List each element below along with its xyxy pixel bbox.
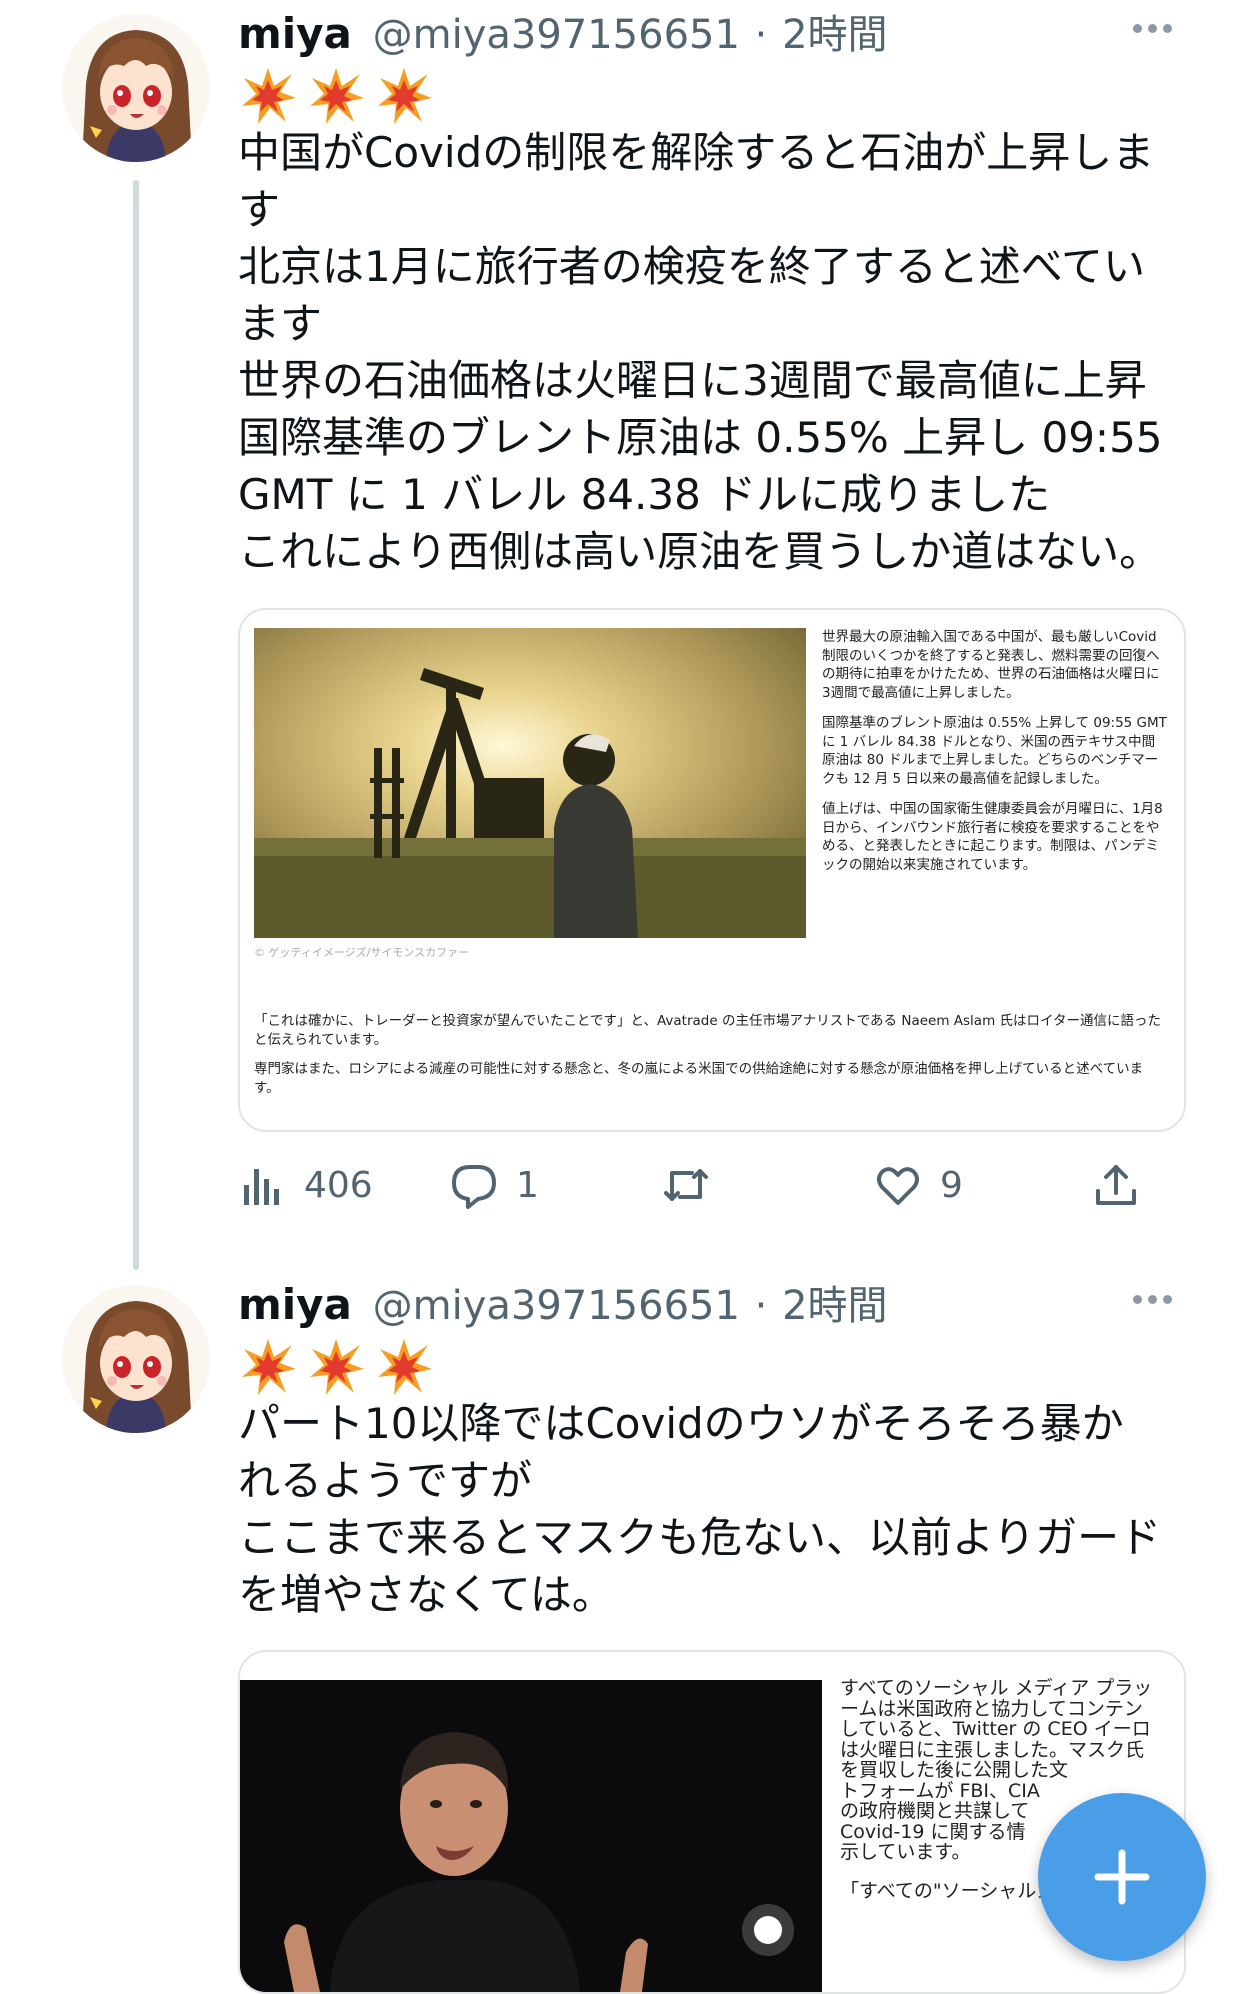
article-image-card[interactable]: すべてのソーシャル メディア プラッ ームは米国政府と協力してコンテン している… [238,1650,1186,1994]
photo-credit: © ゲッティイメージズ/サイモンスカファー [254,946,470,959]
like-button[interactable]: 9 [874,1150,963,1220]
article-line: を買収した後に公開した文 [840,1759,1069,1781]
tweet-actions: 406 1 9 [238,1150,1178,1220]
avatar-anime-girl-icon [62,1285,210,1433]
tweet-text-line: ます [238,299,323,348]
share-button[interactable] [1092,1150,1140,1220]
tweet-text: 中国がCovidの制限を解除すると石油が上昇しま す 北京は1月に旅行者の検疫を… [238,124,1188,580]
views-count: 406 [304,1164,373,1206]
article-footer: 「これは確かに、トレーダーと投資家が望んでいたことです」と、Avatrade の… [254,1012,1164,1098]
collision-emoji [378,68,432,124]
article-line: は火曜日に主張しました。マスク氏 [840,1738,1145,1761]
article-line: ームは米国政府と協力してコンテン [840,1697,1143,1720]
tweet-text-line: GMT に 1 バレル 84.38 ドルに成りました [238,470,1051,519]
tweet-text-line: パート10以降ではCovidのウソがそろそろ暴か [238,1399,1124,1448]
heart-icon [877,1167,919,1205]
tweet-text-line: ここまで来るとマスクも危ない、以前よりガード [238,1513,1162,1562]
tweet-text-line: れるようですが [238,1456,533,1505]
share-upload-icon [1096,1165,1136,1205]
views-button[interactable]: 406 [238,1150,373,1220]
separator-dot: · [754,1283,768,1329]
tweet-text-line: す [238,185,281,234]
retweet-button[interactable] [662,1150,728,1220]
display-name[interactable]: miya [238,9,352,58]
avatar[interactable] [62,14,210,162]
tweet-text-line: これにより西側は高い原油を買うしか道はない。 [238,527,1162,576]
tweet-text-line: を増やさなくては。 [238,1570,614,1619]
article-paragraph: 世界最大の原油輸入国である中国が、最も厳しいCovid制限のいくつかを終了すると… [822,629,1160,701]
tweet-text-line: 中国がCovidの制限を解除すると石油が上昇しま [238,128,1155,177]
timestamp[interactable]: 2時間 [782,12,887,58]
tweet-text: パート10以降ではCovidのウソがそろそろ暴か れるようですが ここまで来ると… [238,1395,1188,1623]
emoji-row [238,1337,434,1399]
collision-emoji [310,1339,364,1395]
reply-button[interactable]: 1 [450,1150,539,1220]
more-options-icon[interactable] [1130,18,1180,48]
tweet-text-line: 世界の石油価格は火曜日に3週間で最高値に上昇 [238,356,1147,405]
article-column: 世界最大の原油輸入国である中国が、最も厳しいCovid制限のいくつかを終了すると… [822,628,1167,886]
thread-line [133,180,139,1270]
article-line: していると、Twitter の CEO イーロ [840,1718,1151,1740]
more-options-icon[interactable] [1130,1289,1180,1319]
oil-pump-photo [254,628,806,938]
emoji-row [238,66,434,128]
user-handle[interactable]: @miya397156651 [373,12,740,58]
reply-count: 1 [516,1164,539,1206]
tweet[interactable]: miya @miya397156651 · 2時間 中国がCovidの制限を解除… [0,0,1242,1270]
collision-emoji [310,68,364,124]
avatar-anime-girl-icon [62,14,210,162]
tweet-header: miya @miya397156651 · 2時間 [238,1275,888,1335]
timestamp[interactable]: 2時間 [782,1283,887,1329]
collision-emoji [242,1339,296,1395]
analytics-bars-icon [244,1169,279,1205]
article-paragraph: 値上げは、中国の国家衛生健康委員会が月曜日に、1月8日から、インバウンド旅行者に… [822,801,1163,873]
collision-emoji [378,1339,432,1395]
reply-bubble-icon [452,1165,496,1209]
tweet-header: miya @miya397156651 · 2時間 [238,4,888,64]
tweet-text-line: 国際基準のブレント原油は 0.55% 上昇し 09:55 [238,413,1163,462]
article-image-card[interactable]: © ゲッティイメージズ/サイモンスカファー 世界最大の原油輸入国である中国が、最… [238,608,1186,1132]
article-paragraph: 国際基準のブレント原油は 0.55% 上昇して 09:55 GMT に 1 バレ… [822,715,1167,787]
user-handle[interactable]: @miya397156651 [373,1283,740,1329]
article-line: すべてのソーシャル メディア プラッ [840,1678,1153,1699]
like-count: 9 [940,1164,963,1206]
plus-icon [1094,1849,1150,1905]
retweet-icon [664,1169,708,1201]
collision-emoji [242,68,296,124]
press-event-photo [240,1680,822,1992]
article-paragraph: 専門家はまた、ロシアによる減産の可能性に対する懸念と、冬の嵐による米国での供給途… [254,1061,1144,1096]
compose-tweet-button[interactable] [1038,1793,1206,1961]
separator-dot: · [754,12,768,58]
display-name[interactable]: miya [238,1280,352,1329]
article-paragraph: 「これは確かに、トレーダーと投資家が望んでいたことです」と、Avatrade の… [254,1013,1161,1048]
avatar[interactable] [62,1285,210,1433]
tweet-text-line: 北京は1月に旅行者の検疫を終了すると述べてい [238,242,1146,291]
